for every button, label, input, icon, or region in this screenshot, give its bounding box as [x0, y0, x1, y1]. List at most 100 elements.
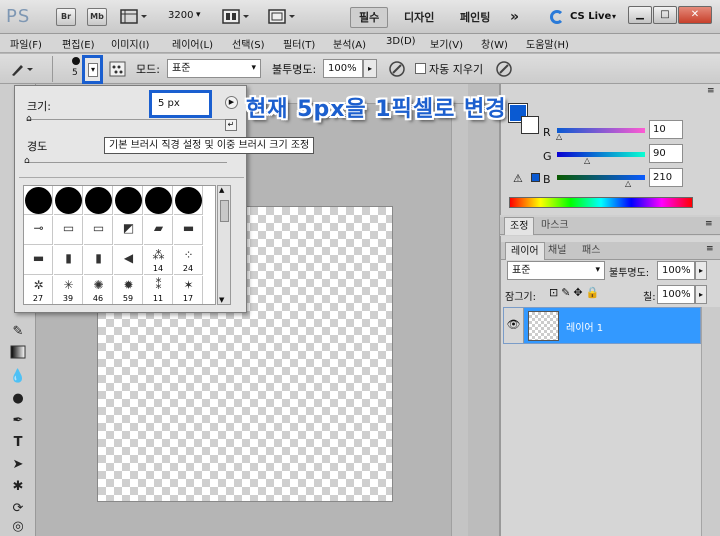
brush-preset[interactable] — [114, 186, 143, 215]
screen-mode-icon[interactable] — [268, 9, 298, 28]
workspace-design[interactable]: 디자인 — [396, 7, 442, 28]
cs-live-button[interactable]: CS Live — [570, 11, 611, 22]
tab-channels[interactable]: 채널 — [543, 242, 571, 260]
arrange-documents-icon[interactable] — [222, 9, 252, 28]
pen-tool-icon[interactable]: ✒ — [8, 411, 28, 431]
brush-preset[interactable]: ▭ — [84, 216, 113, 245]
opacity-slider-arrow-icon[interactable]: ▸ — [695, 261, 707, 280]
menu-filter[interactable]: 필터(T) — [283, 36, 315, 51]
hardness-slider-thumb-icon[interactable]: ⌂ — [24, 156, 30, 166]
brush-preset[interactable]: ✳ 39 — [54, 276, 83, 304]
b-slider-thumb-icon[interactable]: △ — [625, 179, 631, 188]
reset-size-icon[interactable]: ↵ — [225, 119, 237, 131]
brush-preset[interactable]: ▬ — [174, 216, 203, 245]
g-slider-thumb-icon[interactable]: △ — [584, 156, 590, 165]
size-input[interactable]: 5 px — [149, 90, 212, 118]
menu-image[interactable]: 이미지(I) — [111, 36, 149, 51]
tab-adjustments[interactable]: 조정 — [504, 217, 535, 235]
more-workspaces-icon[interactable]: » — [502, 7, 527, 28]
brush-preset[interactable]: ◀ — [114, 246, 143, 275]
brush-preset[interactable]: ▬ — [24, 246, 53, 275]
brush-preset[interactable]: ▰ — [144, 216, 173, 245]
menu-view[interactable]: 보기(V) — [430, 36, 463, 51]
brush-preset[interactable] — [174, 186, 203, 215]
pressure-size-icon[interactable] — [494, 59, 514, 79]
scroll-down-icon[interactable]: ▼ — [219, 296, 224, 304]
3d-orbit-tool-icon[interactable]: ◎ — [8, 517, 28, 536]
blur-tool-icon[interactable]: 💧 — [8, 367, 28, 387]
brush-preset[interactable] — [144, 186, 173, 215]
workspace-painting[interactable]: 페인팅 — [452, 7, 498, 28]
chevron-down-icon[interactable]: ▾ — [196, 10, 201, 20]
maximize-button[interactable]: □ — [653, 6, 677, 24]
brush-preset[interactable] — [84, 186, 113, 215]
r-slider-thumb-icon[interactable]: △ — [556, 132, 562, 141]
b-value-input[interactable]: 210 — [649, 168, 683, 187]
menu-window[interactable]: 창(W) — [481, 36, 508, 51]
lock-icons[interactable]: ⊡✎✥🔒 — [549, 286, 602, 299]
minimize-button[interactable]: ▁ — [628, 6, 652, 24]
panel-menu-icon[interactable]: ≡ — [706, 244, 714, 254]
size-slider-thumb-icon[interactable]: ⌂ — [26, 114, 32, 124]
brush-preset[interactable]: ✶ 17 — [174, 276, 203, 304]
menu-select[interactable]: 선택(S) — [232, 36, 265, 51]
layer-opacity-input[interactable]: 100% — [657, 261, 695, 280]
fill-input[interactable]: 100% — [657, 285, 695, 304]
gamut-color-chip[interactable] — [531, 173, 540, 182]
brush-preset[interactable]: ▮ — [84, 246, 113, 275]
r-value-input[interactable]: 10 — [649, 120, 683, 139]
brush-preset[interactable]: ◩ — [114, 216, 143, 245]
zoom-level[interactable]: 3200 — [168, 10, 193, 21]
custom-shape-tool-icon[interactable]: ✱ — [8, 477, 28, 497]
b-slider[interactable] — [557, 175, 645, 180]
brush-preset[interactable]: ⁘ 24 — [174, 246, 203, 275]
panel-menu-icon[interactable]: ≡ — [705, 219, 713, 229]
size-slider-track[interactable] — [27, 119, 227, 120]
panel-menu-icon[interactable]: ≡ — [707, 86, 715, 96]
document-scrollbar[interactable] — [451, 104, 468, 536]
background-color-swatch[interactable] — [521, 116, 539, 134]
menu-help[interactable]: 도움말(H) — [526, 36, 569, 51]
brush-preset[interactable] — [24, 186, 53, 215]
eraser-tool-icon[interactable]: ✎ — [8, 322, 28, 342]
color-ramp[interactable] — [509, 197, 693, 208]
brush-preset-picker-button[interactable]: ▾ — [82, 55, 103, 84]
3d-rotate-tool-icon[interactable]: ⟳ — [8, 499, 28, 519]
layer-name[interactable]: 레이어 1 — [566, 319, 603, 334]
scroll-thumb[interactable] — [220, 200, 229, 222]
workspace-essentials[interactable]: 필수 — [350, 7, 389, 28]
path-selection-tool-icon[interactable]: ➤ — [8, 455, 28, 475]
g-value-input[interactable]: 90 — [649, 144, 683, 163]
menu-file[interactable]: 파일(F) — [10, 36, 42, 51]
eye-visibility-icon[interactable]: 👁 — [504, 308, 524, 343]
brush-preset[interactable]: ▭ — [54, 216, 83, 245]
hardness-slider-track[interactable] — [27, 162, 227, 163]
mode-select[interactable]: 표준 ▾ — [167, 59, 261, 78]
layer-row[interactable]: 👁 레이어 1 — [503, 307, 701, 344]
menu-3d[interactable]: 3D(D) — [386, 36, 416, 47]
picker-menu-icon[interactable]: ▶ — [225, 96, 238, 109]
menu-analysis[interactable]: 분석(A) — [333, 36, 366, 51]
brush-preset[interactable]: ▮ — [54, 246, 83, 275]
tab-masks[interactable]: 마스크 — [536, 217, 574, 235]
r-slider[interactable] — [557, 128, 645, 133]
presets-scrollbar[interactable]: ▲ ▼ — [217, 185, 231, 305]
brush-preset[interactable]: ⁑ 11 — [144, 276, 173, 304]
dodge-tool-icon[interactable]: ● — [8, 389, 28, 409]
blend-mode-select[interactable]: 표준 ▾ — [507, 261, 605, 280]
chevron-down-icon[interactable]: ▾ — [612, 12, 616, 21]
tab-paths[interactable]: 패스 — [577, 242, 605, 260]
auto-erase-checkbox[interactable] — [415, 63, 426, 74]
menu-edit[interactable]: 편집(E) — [62, 36, 95, 51]
pressure-opacity-icon[interactable] — [387, 59, 407, 79]
tab-layers[interactable]: 레이어 — [505, 242, 545, 260]
view-extras-icon[interactable] — [120, 9, 150, 25]
mini-bridge-button[interactable]: Mb — [87, 8, 107, 26]
fill-slider-arrow-icon[interactable]: ▸ — [695, 285, 707, 304]
brush-preset[interactable]: ⁂ 14 — [144, 246, 173, 275]
type-tool-icon[interactable]: T — [8, 433, 28, 453]
bridge-button[interactable]: Br — [56, 8, 76, 26]
brush-preset[interactable]: ✺ 46 — [84, 276, 113, 304]
brush-panel-toggle-icon[interactable] — [108, 59, 128, 79]
out-of-gamut-warning-icon[interactable]: ⚠ — [513, 172, 523, 185]
